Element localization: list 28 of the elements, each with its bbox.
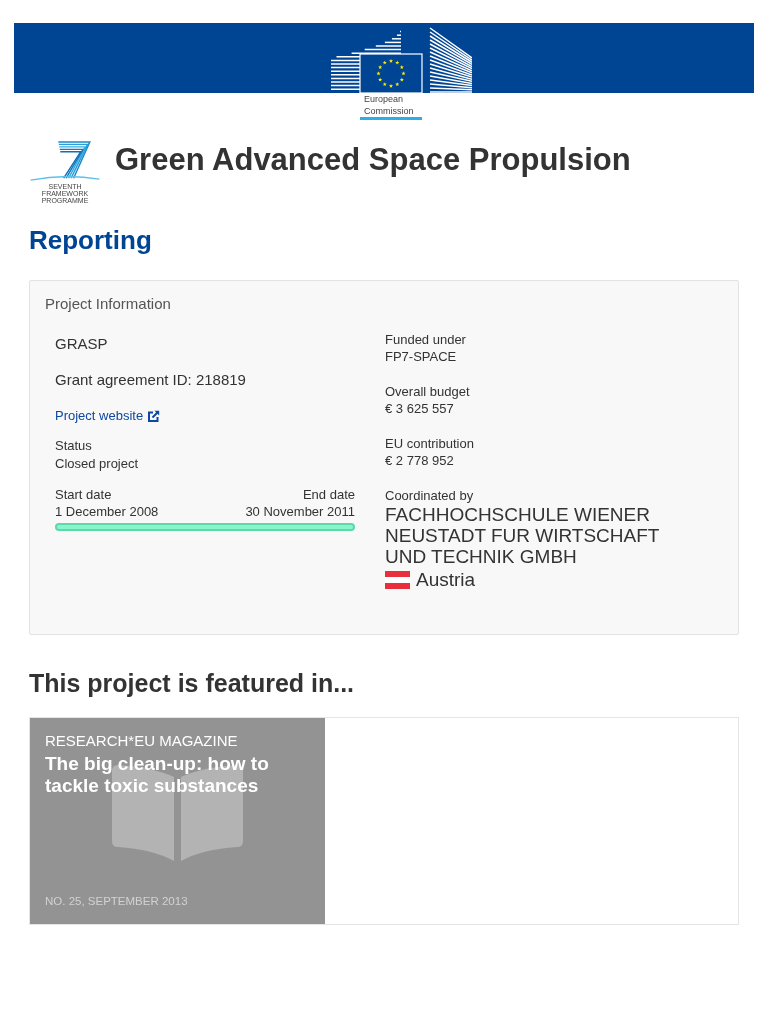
project-website-link[interactable]: Project website xyxy=(55,407,161,425)
date-label: End date xyxy=(302,486,355,503)
field-value: Closed project xyxy=(55,455,140,473)
card-title: Project Information xyxy=(45,295,172,313)
field-label: Funded under xyxy=(385,331,467,348)
field-value: € 3 625 557 xyxy=(385,400,455,417)
issue-date: NO. 25, SEPTEMBER 2013 xyxy=(45,894,189,908)
project-acronym: GRASP xyxy=(55,335,109,353)
date-value: 30 November 2011 xyxy=(245,503,355,520)
grant-id: Grant agreement ID: 218819 xyxy=(55,371,247,389)
featured-title: This project is featured in... xyxy=(29,668,356,698)
seven-logo-icon xyxy=(28,140,102,182)
date-label: Start date xyxy=(55,486,112,503)
coordinator-name: FACHHOCHSCHULE WIENER NEUSTADT FUR WIRTSCHAFT UND TECHNIK GMBH xyxy=(385,504,661,567)
field-label: Coordinated by xyxy=(385,487,475,504)
page-title: Green Advanced Space Propulsion xyxy=(115,142,631,178)
magazine-category: RESEARCH*EU MAGAZINE xyxy=(45,732,239,750)
flag-icon xyxy=(385,570,410,589)
field-label: Status xyxy=(55,437,93,455)
field-value: € 2 778 952 xyxy=(385,452,455,469)
date-value: 1 December 2008 xyxy=(55,503,159,520)
logo-text: European Commission xyxy=(360,93,422,120)
field-label: Overall budget xyxy=(385,383,471,400)
field-label: EU contribution xyxy=(385,435,475,452)
field-value: FP7-SPACE xyxy=(385,348,458,365)
country-name: Austria xyxy=(416,569,476,590)
section-title: Reporting xyxy=(29,225,153,255)
external-link-icon xyxy=(147,409,161,423)
